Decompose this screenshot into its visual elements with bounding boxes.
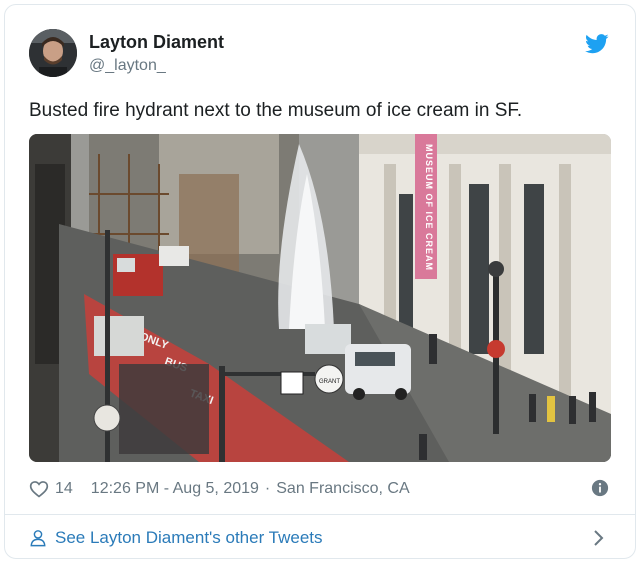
tweet-header: Layton Diament @_layton_ [29, 29, 615, 81]
chevron-right-icon[interactable] [593, 530, 605, 546]
like-count[interactable]: 14 [55, 480, 73, 498]
twitter-bird-icon[interactable] [585, 33, 609, 55]
tweet-photo[interactable]: MUSEUM OF ICE CREAM ONLY BUS TAXI [29, 134, 611, 462]
tweet-text: Busted fire hydrant next to the museum o… [29, 100, 523, 121]
tweet-meta: 14 12:26 PM - Aug 5, 2019 · San Francisc… [29, 477, 615, 501]
sign-grant: GRANT [319, 379, 340, 385]
info-icon[interactable] [591, 479, 609, 497]
see-other-tweets-link[interactable]: See Layton Diament's other Tweets [29, 525, 615, 551]
street-scene-image: MUSEUM OF ICE CREAM ONLY BUS TAXI [29, 134, 611, 462]
footer-link-label[interactable]: See Layton Diament's other Tweets [55, 528, 323, 548]
author-name[interactable]: Layton Diament [89, 32, 224, 53]
person-icon [30, 530, 46, 547]
location[interactable]: San Francisco, CA [276, 480, 409, 498]
author-handle[interactable]: @_layton_ [89, 57, 166, 75]
heart-icon[interactable] [29, 479, 49, 499]
avatar[interactable] [29, 29, 77, 77]
avatar-image [29, 29, 77, 77]
meta-separator: · [264, 480, 271, 497]
timestamp[interactable]: 12:26 PM - Aug 5, 2019 [91, 480, 259, 498]
tweet-card: Layton Diament @_layton_ Busted fire hyd… [4, 4, 636, 559]
divider [5, 514, 635, 515]
banner-text: MUSEUM OF ICE CREAM [424, 144, 434, 271]
